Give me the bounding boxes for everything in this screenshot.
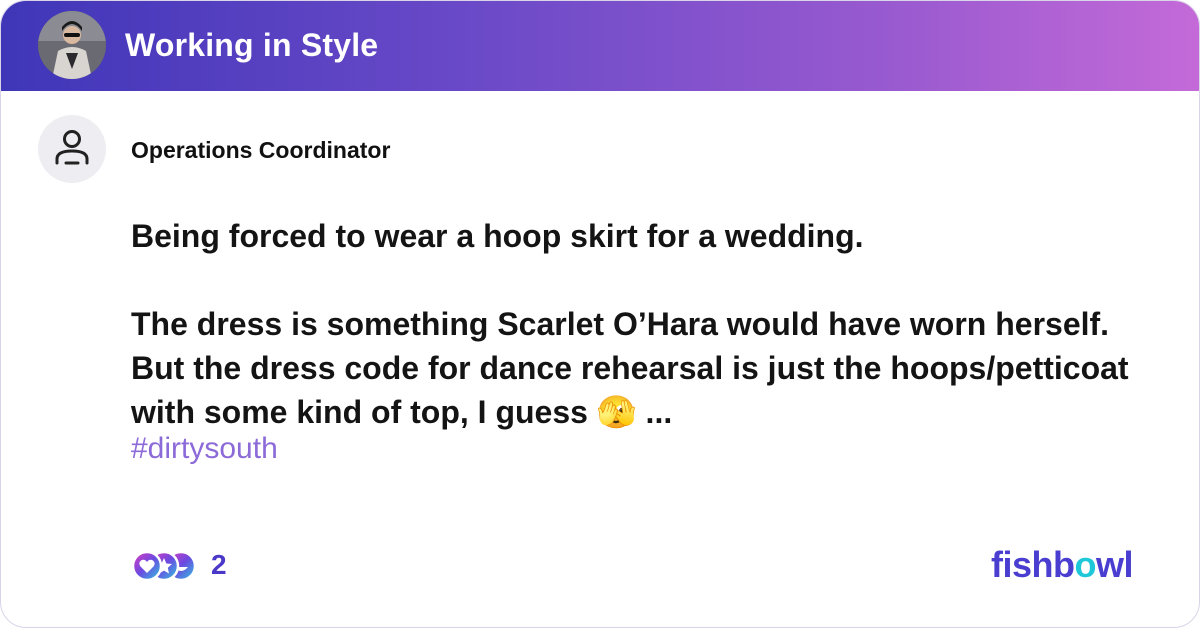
reactions-group[interactable] [131, 549, 199, 583]
group-header[interactable]: Working in Style [1, 1, 1199, 91]
author-role: Operations Coordinator [131, 137, 391, 163]
logo-text-o: o [1074, 544, 1097, 585]
love-reaction-icon [131, 550, 163, 582]
user-avatar[interactable] [38, 115, 106, 183]
hashtag-link[interactable]: #dirtysouth [131, 429, 278, 469]
group-avatar-image [38, 11, 106, 79]
fishbowl-logo[interactable]: fishbowl [991, 543, 1134, 587]
group-title[interactable]: Working in Style [125, 23, 378, 67]
logo-text-start: fishb [991, 544, 1075, 585]
post-card: Working in Style Operations Coordinator … [0, 0, 1200, 628]
reaction-count[interactable]: 2 [211, 547, 227, 583]
post-paragraph: The dress is something Scarlet O’Hara wo… [131, 306, 1129, 430]
group-avatar[interactable] [38, 11, 106, 79]
logo-text-end: wl [1096, 544, 1134, 585]
post-headline: Being forced to wear a hoop skirt for a … [131, 218, 864, 254]
person-icon [55, 130, 89, 165]
post-body[interactable]: Being forced to wear a hoop skirt for a … [131, 214, 1171, 434]
